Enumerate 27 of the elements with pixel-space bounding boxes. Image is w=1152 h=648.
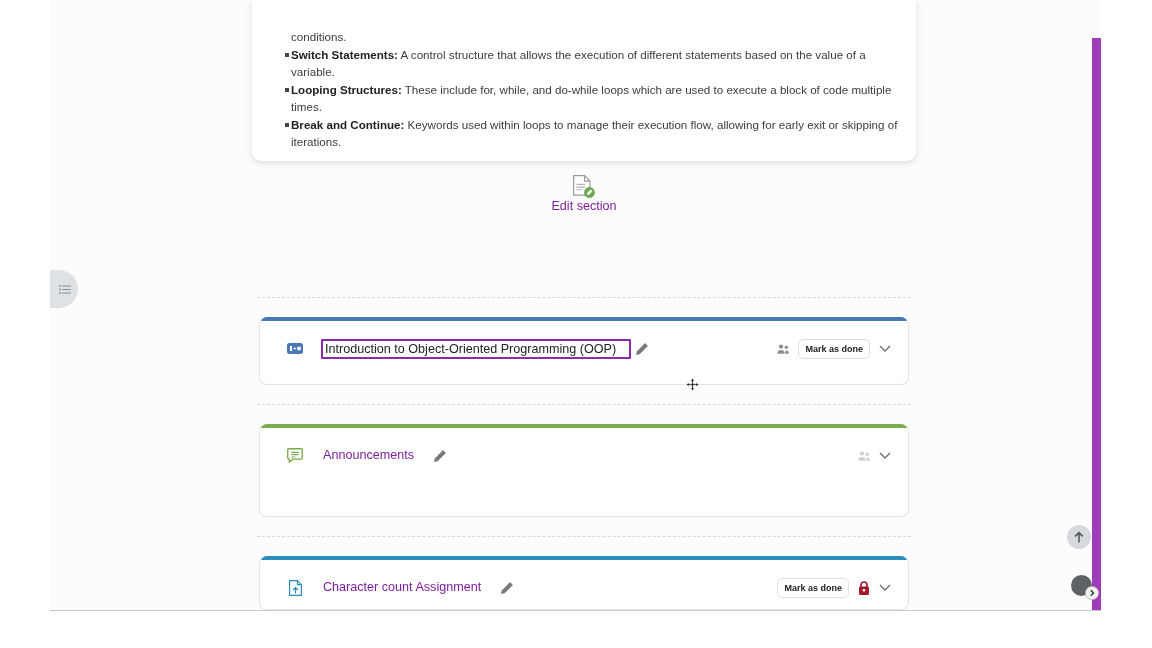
- edit-section-link[interactable]: Edit section: [551, 174, 617, 215]
- back-to-top-button[interactable]: [1067, 525, 1091, 549]
- pencil-icon[interactable]: [636, 342, 648, 355]
- interactive-content-icon: [287, 343, 303, 354]
- bullet-icon: [285, 87, 289, 92]
- pencil-icon[interactable]: [434, 449, 447, 462]
- course-index-toggle[interactable]: [50, 270, 78, 308]
- list-item-text: Break and Continue: Keywords used within loops to manage their execution flow, allowing for early exit or skipping of iterations.: [291, 116, 899, 150]
- list-item-text: Looping Structures: These include for, while, and do-while loops which are used to execute a block of code multiple times.: [291, 81, 893, 115]
- bullet-icon: [285, 122, 289, 127]
- title-input[interactable]: Introduction to Object-Oriented Programming (OOP): [321, 338, 631, 359]
- mark-done-button[interactable]: Mark as done: [798, 338, 870, 359]
- mark-done-button[interactable]: Mark as done: [777, 577, 849, 598]
- arrow-up-icon: [1074, 531, 1084, 543]
- chevron-down-icon[interactable]: [879, 345, 891, 352]
- file-upload-icon: [289, 579, 302, 596]
- bullet-icon: [285, 52, 289, 57]
- activity-link[interactable]: Announcements: [323, 446, 415, 465]
- list-icon: [59, 284, 71, 294]
- speech-bubble-icon: [287, 448, 303, 463]
- document-edit-icon: [572, 174, 596, 198]
- activity-link[interactable]: Character count Assignment: [323, 578, 482, 597]
- list-item-text: conditions.: [291, 29, 347, 45]
- list-item-text: Switch Statements: A control structure that allows the execution of different statements based on the value of a variable.: [291, 46, 867, 80]
- chevron-down-icon[interactable]: [879, 584, 891, 591]
- chevron-down-icon[interactable]: [879, 452, 891, 459]
- pencil-icon[interactable]: [501, 581, 514, 594]
